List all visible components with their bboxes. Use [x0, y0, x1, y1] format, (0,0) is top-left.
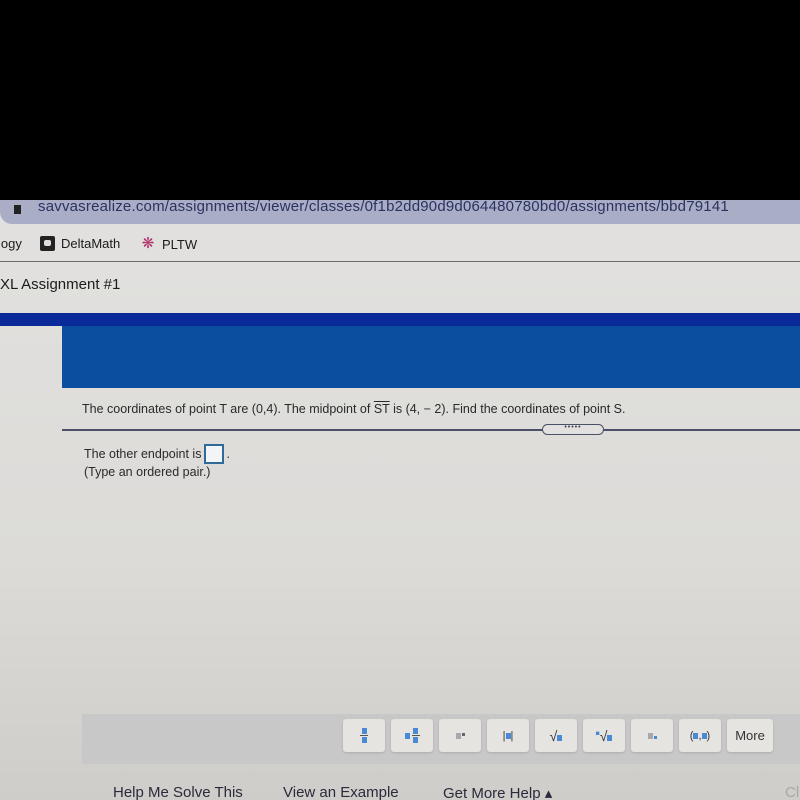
- nth-root-button[interactable]: ■√: [583, 719, 625, 752]
- answer-input[interactable]: [204, 444, 225, 464]
- clear-all-button[interactable]: Cl: [785, 784, 799, 800]
- graduation-cap-icon: [40, 236, 55, 251]
- divider: [62, 429, 800, 431]
- nth-root-icon: ■√: [596, 728, 613, 744]
- exponent-icon: [455, 732, 465, 739]
- absolute-value-button[interactable]: | |: [487, 719, 529, 752]
- bookmark-biology[interactable]: logy: [0, 236, 22, 251]
- fraction-button[interactable]: [343, 719, 385, 752]
- get-more-help-link[interactable]: Get More Help ▴: [443, 784, 552, 800]
- atom-icon: ❋: [141, 235, 155, 252]
- math-tools: | | √ ■√ (,) More: [343, 719, 773, 752]
- square-root-button[interactable]: √: [535, 719, 577, 752]
- bookmark-label: DeltaMath: [61, 236, 121, 251]
- ordered-pair-icon: (,): [689, 729, 711, 742]
- bookmarks-bar: logy DeltaMath ❋ PLTW: [0, 228, 800, 262]
- answer-prompt: The other endpoint is: [84, 447, 202, 461]
- answer-line: The other endpoint is .: [84, 444, 230, 464]
- expand-button[interactable]: •••••: [542, 424, 604, 435]
- browser-screen: savvasrealize.com/assignments/viewer/cla…: [0, 200, 800, 800]
- address-bar[interactable]: savvasrealize.com/assignments/viewer/cla…: [0, 200, 800, 224]
- square-root-icon: √: [550, 728, 563, 744]
- exponent-button[interactable]: [439, 719, 481, 752]
- bookmark-pltw[interactable]: ❋ PLTW: [140, 236, 197, 252]
- fraction-icon: [360, 728, 368, 743]
- answer-suffix: .: [226, 447, 230, 461]
- segment-label: ST: [373, 402, 390, 416]
- subscript-button[interactable]: [631, 719, 673, 752]
- question-part2: is (4, − 2). Find the coordinates of poi…: [389, 402, 626, 416]
- bookmark-label: PLTW: [162, 236, 198, 252]
- more-button[interactable]: More: [727, 719, 773, 752]
- question-part1: The coordinates of point T are (0,4). Th…: [82, 402, 374, 416]
- help-me-solve-link[interactable]: Help Me Solve This: [113, 784, 243, 800]
- bookmark-label: logy: [0, 236, 22, 251]
- ordered-pair-button[interactable]: (,): [679, 719, 721, 752]
- view-example-link[interactable]: View an Example: [283, 784, 399, 800]
- question-text: The coordinates of point T are (0,4). Th…: [82, 402, 625, 416]
- assignment-title: XL Assignment #1: [0, 276, 121, 293]
- answer-hint: (Type an ordered pair.): [84, 465, 211, 479]
- url-text[interactable]: savvasrealize.com/assignments/viewer/cla…: [38, 200, 729, 215]
- header-band: [0, 313, 800, 326]
- mixed-number-button[interactable]: [391, 719, 433, 752]
- bookmark-deltamath[interactable]: DeltaMath: [40, 236, 120, 251]
- question-header: [62, 326, 800, 388]
- lock-icon: [14, 205, 21, 214]
- absolute-value-icon: | |: [502, 729, 514, 742]
- mixed-number-icon: [404, 728, 420, 743]
- subscript-icon: [647, 732, 657, 739]
